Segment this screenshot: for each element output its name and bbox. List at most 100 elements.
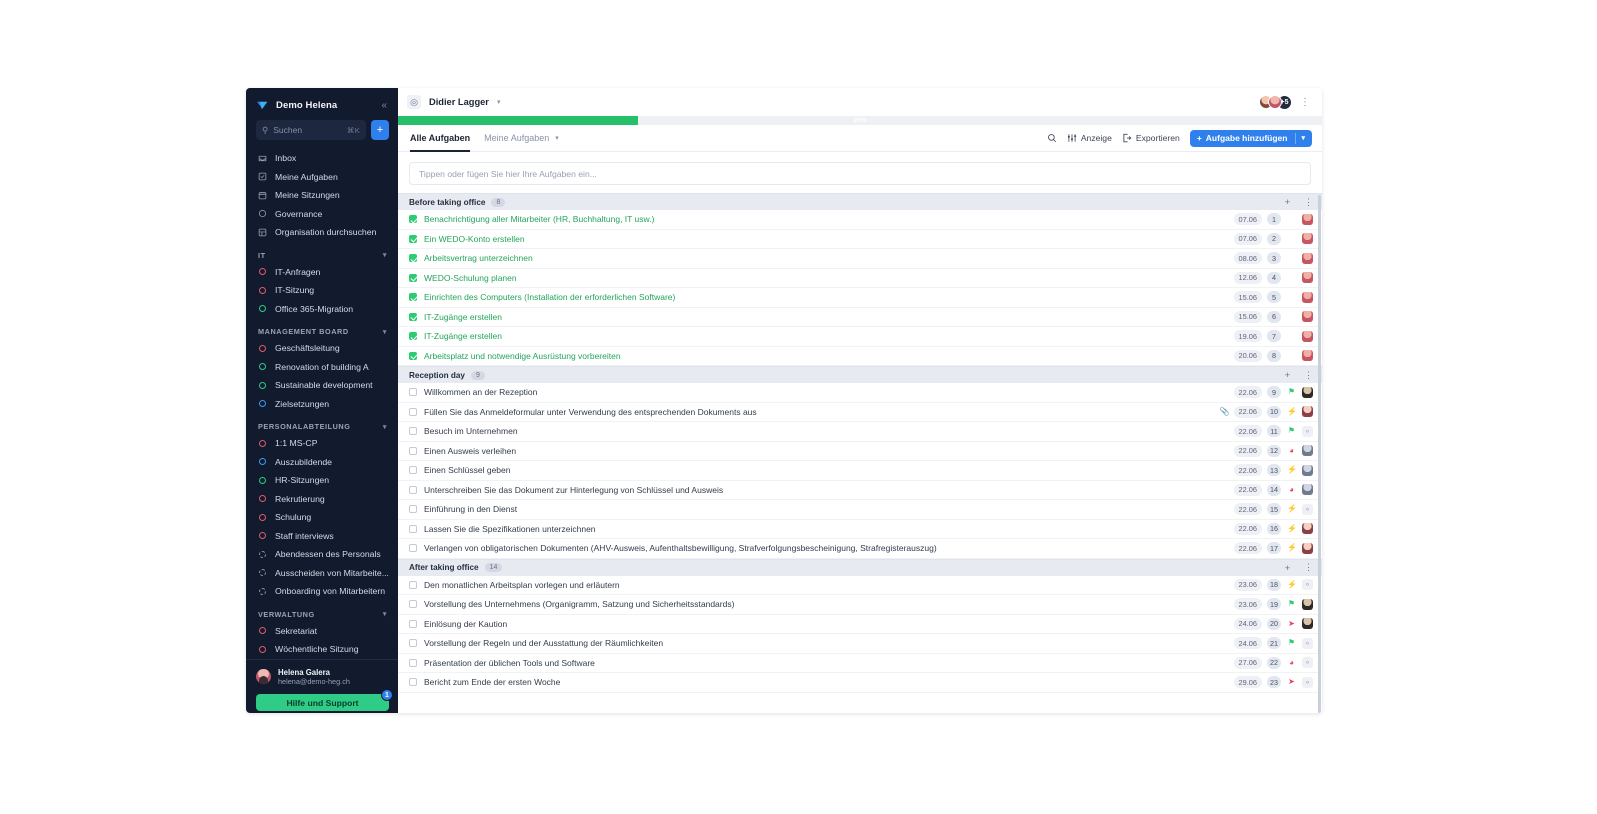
task-checkbox[interactable] (409, 407, 417, 416)
task-checkbox[interactable] (409, 293, 417, 302)
assignee-avatar[interactable] (1302, 272, 1313, 284)
assignee-avatar[interactable] (1302, 291, 1313, 303)
chevron-down-icon[interactable]: ▾ (1301, 134, 1305, 142)
task-checkbox[interactable] (409, 524, 417, 533)
task-checkbox[interactable] (409, 312, 417, 321)
table-row[interactable]: Benachrichtigung aller Mitarbeiter (HR, … (398, 210, 1322, 230)
assignee-avatar[interactable] (1302, 445, 1313, 457)
task-checkbox[interactable] (409, 600, 417, 609)
assignee-avatar[interactable] (1302, 484, 1313, 496)
sidebar-group-it[interactable]: IT ▾ (246, 242, 398, 263)
assignee-avatar[interactable] (1302, 350, 1313, 362)
chevron-down-icon[interactable]: ▾ (497, 98, 501, 106)
kebab-menu-icon[interactable]: ⋮ (1304, 197, 1313, 208)
assignee-avatar[interactable]: ⚬ (1302, 657, 1313, 669)
export-button[interactable]: Exportieren (1122, 133, 1180, 143)
task-checkbox[interactable] (409, 466, 417, 475)
assignee-avatar[interactable] (1302, 618, 1313, 630)
table-row[interactable]: Den monatlichen Arbeitsplan vorlegen und… (398, 575, 1322, 595)
table-row[interactable]: Besuch im Unternehmen 22.06 11 ⚑ ⚬ (398, 422, 1322, 442)
sidebar-group-verwaltung[interactable]: VERWALTUNG ▾ (246, 601, 398, 622)
plus-icon[interactable]: + (1285, 370, 1290, 380)
assignee-avatar[interactable] (1302, 213, 1313, 225)
chevrons-left-icon[interactable]: « (381, 100, 389, 111)
task-checkbox[interactable] (409, 580, 417, 589)
table-row[interactable]: Arbeitsplatz und notwendige Ausrüstung v… (398, 346, 1322, 366)
task-checkbox[interactable] (409, 427, 417, 436)
task-checkbox[interactable] (409, 678, 417, 687)
table-row[interactable]: Verlangen von obligatorischen Dokumenten… (398, 539, 1322, 559)
sidebar-group-personalabteilung[interactable]: PERSONALABTEILUNG ▾ (246, 413, 398, 434)
task-checkbox[interactable] (409, 332, 417, 341)
assignee-avatar[interactable] (1302, 252, 1313, 264)
search-input[interactable]: ⚲ Suchen ⌘K (256, 120, 366, 140)
task-checkbox[interactable] (409, 351, 417, 360)
task-checkbox[interactable] (409, 254, 417, 263)
assignee-avatar[interactable] (1302, 542, 1313, 554)
assignee-avatar[interactable]: ⚬ (1302, 425, 1313, 437)
sidebar-item-organisation-durchsuchen[interactable]: Organisation durchsuchen (246, 223, 398, 242)
table-row[interactable]: Unterschreiben Sie das Dokument zur Hint… (398, 480, 1322, 500)
sidebar-item-1-1-ms-cp[interactable]: 1:1 MS-CP (246, 434, 398, 453)
sidebar-item-onboarding-von-mitarbeitern[interactable]: Onboarding von Mitarbeitern (246, 582, 398, 601)
sidebar-item-governance[interactable]: Governance (246, 205, 398, 224)
sidebar-item-schulung[interactable]: Schulung (246, 508, 398, 527)
tab-alle-aufgaben[interactable]: Alle Aufgaben (410, 125, 470, 152)
task-checkbox[interactable] (409, 388, 417, 397)
task-checkbox[interactable] (409, 544, 417, 553)
assignee-avatar[interactable] (1302, 406, 1313, 418)
search-icon[interactable] (1047, 133, 1057, 143)
sidebar-item-inbox[interactable]: Inbox (246, 149, 398, 168)
help-support-button[interactable]: Hilfe und Support 1 (256, 689, 393, 712)
table-row[interactable]: Arbeitsvertrag unterzeichnen 08.06 3 (398, 249, 1322, 269)
assignee-avatar[interactable] (1302, 464, 1313, 476)
assignee-avatar[interactable] (1302, 598, 1313, 610)
table-row[interactable]: Füllen Sie das Anmeldeformular unter Ver… (398, 402, 1322, 422)
table-row[interactable]: IT-Zugänge erstellen 19.06 7 (398, 327, 1322, 347)
sidebar-item-sustainable-development[interactable]: Sustainable development (246, 376, 398, 395)
assignee-avatar[interactable]: ⚬ (1302, 503, 1313, 515)
member-avatars[interactable]: +5 (1259, 94, 1292, 110)
sidebar-item-zielsetzungen[interactable]: Zielsetzungen (246, 395, 398, 414)
tab-meine-aufgaben[interactable]: Meine Aufgaben ▾ (484, 125, 559, 152)
assignee-avatar[interactable]: ⚬ (1302, 579, 1313, 591)
table-row[interactable]: Lassen Sie die Spezifikationen unterzeic… (398, 519, 1322, 539)
kebab-menu-icon[interactable]: ⋮ (1304, 562, 1313, 573)
assignee-avatar[interactable] (1302, 233, 1313, 245)
sidebar-item-abendessen-des-personals[interactable]: Abendessen des Personals (246, 545, 398, 564)
vertical-scrollbar[interactable] (1318, 195, 1321, 713)
sidebar-item-it-sitzung[interactable]: IT-Sitzung (246, 281, 398, 300)
assignee-avatar[interactable] (1302, 311, 1313, 323)
sidebar-item-auszubildende[interactable]: Auszubildende (246, 453, 398, 472)
table-row[interactable]: Einen Ausweis verleihen 22.06 12 ◕ (398, 441, 1322, 461)
sidebar-item-rekrutierung[interactable]: Rekrutierung (246, 490, 398, 509)
table-row[interactable]: WEDO-Schulung planen 12.06 4 (398, 268, 1322, 288)
sidebar-item-ausscheiden-von-mitarbeitern[interactable]: Ausscheiden von Mitarbeite... (246, 564, 398, 583)
table-row[interactable]: Einführung in den Dienst 22.06 15 ⚡ ⚬ (398, 500, 1322, 520)
task-checkbox[interactable] (409, 215, 417, 224)
sidebar-item-office-365-migration[interactable]: Office 365-Migration (246, 300, 398, 319)
task-checkbox[interactable] (409, 619, 417, 628)
table-row[interactable]: Vorstellung des Unternehmens (Organigram… (398, 595, 1322, 615)
table-row[interactable]: Ein WEDO-Konto erstellen 07.06 2 (398, 229, 1322, 249)
table-row[interactable]: IT-Zugänge erstellen 15.06 6 (398, 307, 1322, 327)
table-row[interactable]: Bericht zum Ende der ersten Woche 29.06 23… (398, 673, 1322, 693)
table-row[interactable]: Einlösung der Kaution 24.06 20 ➤ (398, 614, 1322, 634)
sidebar-item-renovation-of-building-a[interactable]: Renovation of building A (246, 358, 398, 377)
add-task-button[interactable]: + Aufgabe hinzufügen ▾ (1189, 129, 1312, 147)
add-button[interactable]: + (371, 120, 389, 140)
sidebar-item-hr-sitzungen[interactable]: HR-Sitzungen (246, 471, 398, 490)
section-header[interactable]: Before taking office 8 + ⋮ (398, 193, 1322, 210)
table-row[interactable]: Präsentation der üblichen Tools und Soft… (398, 653, 1322, 673)
task-checkbox[interactable] (409, 505, 417, 514)
assignee-avatar[interactable]: ⚬ (1302, 637, 1313, 649)
assignee-avatar[interactable]: ⚬ (1302, 676, 1313, 688)
sidebar-item-geschaeftsleitung[interactable]: Geschäftsleitung (246, 339, 398, 358)
table-row[interactable]: Einrichten des Computers (Installation d… (398, 288, 1322, 308)
sidebar-item-meine-aufgaben[interactable]: Meine Aufgaben (246, 168, 398, 187)
sidebar-item-it-anfragen[interactable]: IT-Anfragen (246, 263, 398, 282)
assignee-avatar[interactable] (1302, 523, 1313, 535)
sidebar-item-woechentliche-sitzung[interactable]: Wöchentliche Sitzung (246, 640, 398, 659)
quick-add-input[interactable]: Tippen oder fügen Sie hier Ihre Aufgaben… (409, 162, 1311, 185)
breadcrumb[interactable]: Didier Lagger (429, 97, 489, 107)
